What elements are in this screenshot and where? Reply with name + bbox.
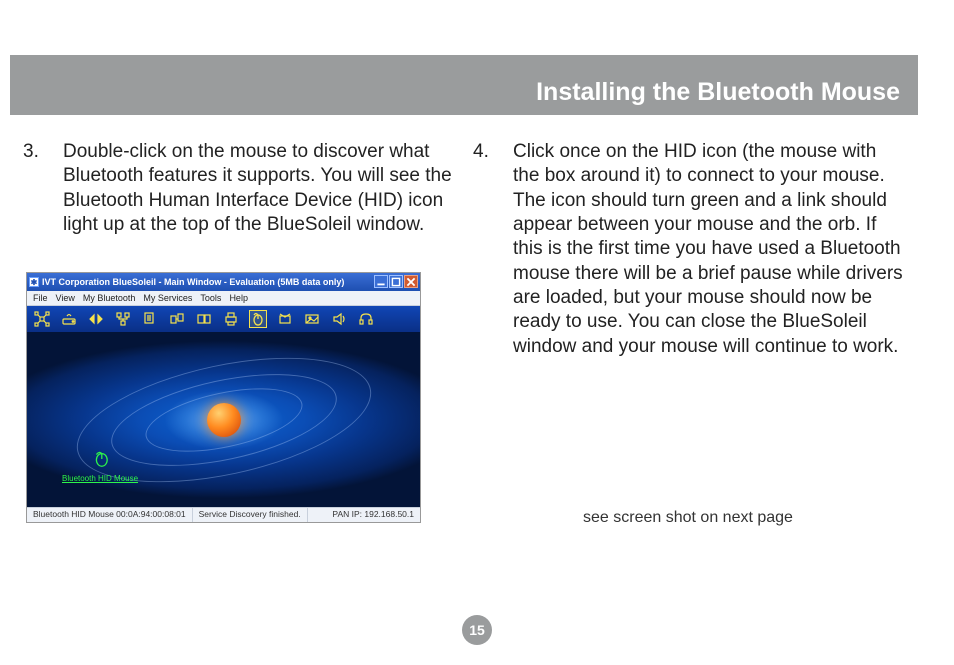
screenshot-window: ✱ IVT Corporation BlueSoleil - Main Wind… — [26, 272, 421, 523]
app-icon: ✱ — [29, 277, 39, 287]
menu-item[interactable]: Tools — [200, 293, 221, 303]
device-label: Bluetooth HID Mouse — [62, 474, 138, 483]
right-column: 4. Click once on the HID icon (the mouse… — [473, 140, 903, 527]
service-pan-icon[interactable] — [33, 310, 51, 328]
status-left: Bluetooth HID Mouse 00:0A:94:00:08:01 — [27, 508, 193, 522]
service-fax-icon[interactable] — [276, 310, 294, 328]
service-opp-icon[interactable] — [168, 310, 186, 328]
header-band: Installing the Bluetooth Mouse — [10, 55, 918, 115]
see-next-page-note: see screen shot on next page — [473, 509, 903, 527]
menu-item[interactable]: View — [56, 293, 75, 303]
maximize-button[interactable] — [389, 275, 403, 288]
step-text: Click once on the HID icon (the mouse wi… — [513, 140, 903, 359]
step-4: 4. Click once on the HID icon (the mouse… — [473, 140, 903, 359]
service-headset-icon[interactable] — [357, 310, 375, 328]
page-number: 15 — [469, 622, 485, 638]
close-button[interactable] — [404, 275, 418, 288]
page-title: Installing the Bluetooth Mouse — [536, 78, 900, 107]
status-bar: Bluetooth HID Mouse 00:0A:94:00:08:01 Se… — [27, 507, 420, 522]
document-page: Installing the Bluetooth Mouse 3. Double… — [23, 0, 931, 527]
menu-bar: File View My Bluetooth My Services Tools… — [27, 291, 420, 306]
step-number: 4. — [473, 140, 513, 359]
device-hid-mouse[interactable]: Bluetooth HID Mouse — [62, 450, 138, 483]
bluesoleil-canvas[interactable]: Bluetooth HID Mouse — [27, 332, 420, 507]
service-ftp-icon[interactable] — [141, 310, 159, 328]
menu-item[interactable]: My Bluetooth — [83, 293, 136, 303]
central-orb[interactable] — [207, 403, 241, 437]
window-title: IVT Corporation BlueSoleil - Main Window… — [42, 277, 344, 287]
status-center: Service Discovery finished. — [193, 508, 308, 522]
service-toolbar — [27, 306, 420, 332]
menu-item[interactable]: My Services — [143, 293, 192, 303]
step-3: 3. Double-click on the mouse to discover… — [23, 140, 453, 237]
service-hid-icon[interactable] — [249, 310, 267, 328]
service-spp-icon[interactable] — [87, 310, 105, 328]
left-column: 3. Double-click on the mouse to discover… — [23, 140, 453, 527]
minimize-button[interactable] — [374, 275, 388, 288]
status-right: PAN IP: 192.168.50.1 — [326, 508, 420, 522]
service-av-icon[interactable] — [330, 310, 348, 328]
page-number-badge: 15 — [462, 615, 492, 645]
service-print-icon[interactable] — [222, 310, 240, 328]
menu-item[interactable]: File — [33, 293, 48, 303]
service-lan-icon[interactable] — [114, 310, 132, 328]
service-sync-icon[interactable] — [195, 310, 213, 328]
window-titlebar: ✱ IVT Corporation BlueSoleil - Main Wind… — [27, 273, 420, 291]
content-columns: 3. Double-click on the mouse to discover… — [23, 115, 931, 527]
menu-item[interactable]: Help — [229, 293, 248, 303]
step-number: 3. — [23, 140, 63, 237]
service-dun-icon[interactable] — [60, 310, 78, 328]
window-buttons — [374, 275, 418, 288]
service-bip-icon[interactable] — [303, 310, 321, 328]
step-text: Double-click on the mouse to discover wh… — [63, 140, 453, 237]
